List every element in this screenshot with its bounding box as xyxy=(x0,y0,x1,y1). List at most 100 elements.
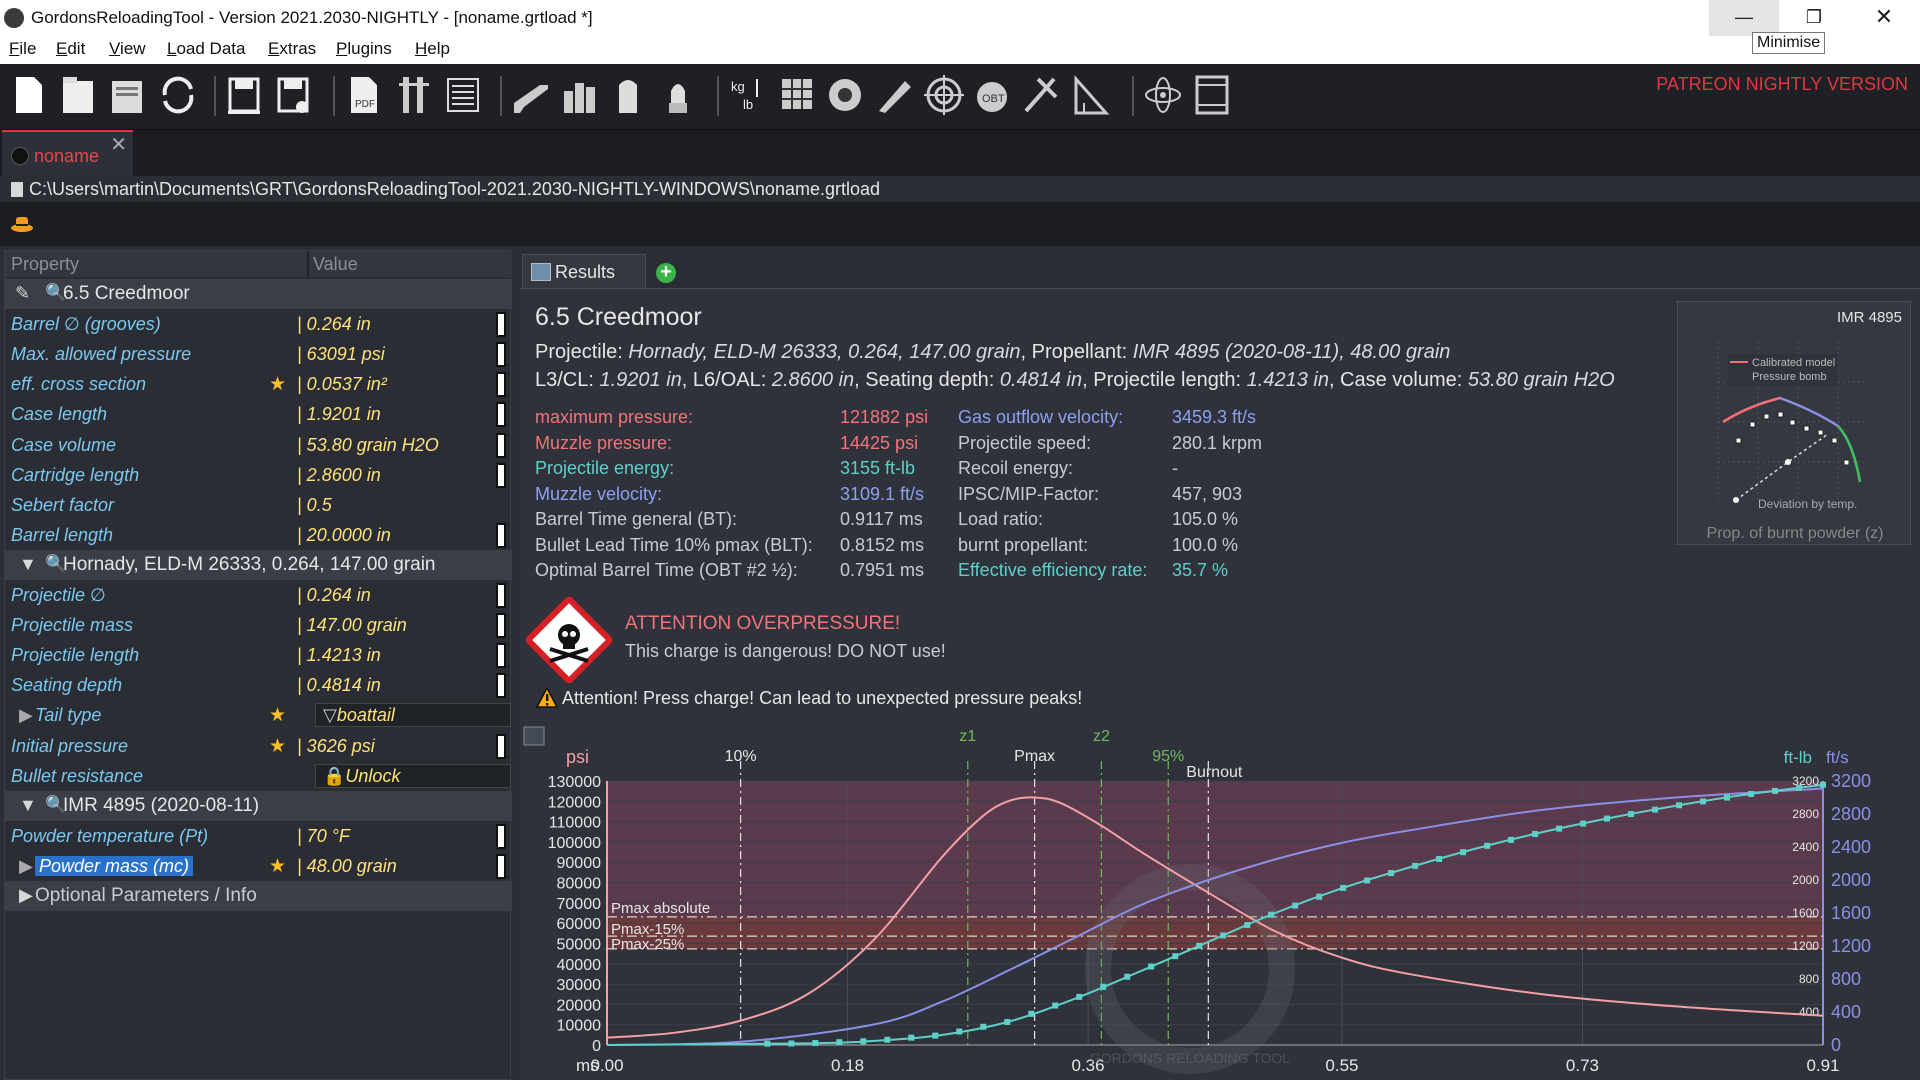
favorite-star-icon[interactable]: ★ xyxy=(269,373,286,396)
expand-icon[interactable]: ▶ xyxy=(19,856,33,877)
slider-handle[interactable] xyxy=(496,583,506,608)
menu-load-data[interactable]: Load Data xyxy=(167,39,245,59)
menu-extras[interactable]: Extras xyxy=(268,39,316,59)
powder-group[interactable]: ▼ 🔍 IMR 4895 (2020-08-11) xyxy=(5,790,512,821)
property-value[interactable]: | 0.264 in xyxy=(297,314,371,335)
maximise-button[interactable]: ❐ xyxy=(1779,0,1849,36)
property-value[interactable]: | 3626 psi xyxy=(297,736,375,757)
property-row[interactable]: Barrel length | 20.0000 in xyxy=(5,520,512,550)
bullet-icon[interactable] xyxy=(657,73,699,117)
menu-help[interactable]: Help xyxy=(415,39,450,59)
optional-parameters-group[interactable]: ▶ Optional Parameters / Info xyxy=(5,881,512,911)
property-value[interactable]: | 0.0537 in² xyxy=(297,374,387,395)
property-value[interactable]: | 0.4814 in xyxy=(297,675,381,696)
property-value[interactable]: | 147.00 grain xyxy=(297,615,407,636)
pdf-export-icon[interactable]: PDF xyxy=(343,73,385,117)
property-row[interactable]: Projectile mass | 147.00 grain xyxy=(5,610,512,640)
atom-icon[interactable] xyxy=(1142,73,1184,117)
menu-file[interactable]: File xyxy=(9,39,36,59)
property-value[interactable]: | 20.0000 in xyxy=(297,525,391,546)
unit-conversion-icon[interactable]: kg lb xyxy=(727,73,769,117)
grid-icon[interactable] xyxy=(776,73,818,117)
save-as-icon[interactable] xyxy=(272,73,314,117)
tab-close-icon[interactable]: ✕ xyxy=(110,132,127,157)
slider-handle[interactable] xyxy=(496,372,506,398)
slider-handle[interactable] xyxy=(496,673,506,699)
property-row[interactable]: Barrel ∅ (grooves) | 0.264 in xyxy=(5,309,512,339)
favorite-star-icon[interactable]: ★ xyxy=(269,704,286,727)
property-row[interactable]: Cartridge length | 2.8600 in xyxy=(5,460,512,490)
rifle-icon[interactable] xyxy=(510,73,552,117)
reloader-hat-icon[interactable] xyxy=(10,212,34,236)
obt-icon[interactable]: OBT xyxy=(971,73,1013,117)
projectile-group[interactable]: ▼ 🔍 Hornady, ELD-M 26333, 0.264, 147.00 gr… xyxy=(5,549,512,580)
film-icon[interactable] xyxy=(1191,73,1233,117)
property-value[interactable]: | 53.80 grain H2O xyxy=(297,435,439,456)
measure-icon[interactable] xyxy=(873,73,915,117)
col-divider[interactable] xyxy=(307,251,309,277)
pressure-chart[interactable]: 130000 120000 110000 100000 90000 80000 70000 6… xyxy=(520,725,1920,1080)
slider-handle[interactable] xyxy=(496,823,506,849)
property-row[interactable]: Projectile ∅ | 0.264 in xyxy=(5,580,512,610)
tab-results[interactable]: Results xyxy=(522,254,646,288)
property-row[interactable]: Projectile length | 1.4213 in xyxy=(5,640,512,670)
property-row[interactable]: Case volume | 53.80 grain H2O xyxy=(5,430,512,460)
property-value[interactable]: | 63091 psi xyxy=(297,344,385,365)
property-value[interactable]: | 70 °F xyxy=(297,826,350,847)
slider-handle[interactable] xyxy=(496,613,506,639)
slider-handle[interactable] xyxy=(496,853,506,879)
powder-bottles-icon[interactable] xyxy=(558,73,600,117)
document-tab[interactable]: noname ✕ xyxy=(2,130,133,176)
cartridge-group[interactable]: ✎ 🔍 6.5 Creedmoor xyxy=(5,279,512,309)
slider-handle[interactable] xyxy=(496,432,506,458)
property-value[interactable]: ▽boattail xyxy=(323,705,395,726)
slider-handle[interactable] xyxy=(496,402,506,428)
property-row[interactable]: Initial pressure ★ | 3626 psi xyxy=(5,731,512,761)
ruler-triangle-icon[interactable] xyxy=(1070,73,1112,117)
property-value[interactable]: 🔒Unlock xyxy=(323,766,400,787)
new-file-icon[interactable] xyxy=(8,73,50,117)
property-value[interactable]: | 1.9201 in xyxy=(297,404,381,425)
powder-burn-thumbnail[interactable]: IMR 4895 Calibrated model Pressure bomb … xyxy=(1677,301,1911,545)
property-value[interactable]: | 1.4213 in xyxy=(297,645,381,666)
property-row[interactable]: Bullet resistance 🔒Unlock xyxy=(5,761,512,791)
minimise-button[interactable]: — xyxy=(1709,0,1779,36)
property-row[interactable]: ▶ Tail type ★ ▽boattail xyxy=(5,700,512,730)
reload-icon[interactable] xyxy=(157,73,199,117)
barrel-icon[interactable] xyxy=(824,73,866,117)
property-row[interactable]: ▶ Powder mass (mc) ★ | 48.00 grain xyxy=(5,851,512,881)
add-tab-button[interactable]: + xyxy=(656,262,676,283)
property-value[interactable]: | 0.5 xyxy=(297,495,332,516)
target-icon[interactable] xyxy=(923,73,965,117)
property-value[interactable]: | 2.8600 in xyxy=(297,465,381,486)
property-row[interactable]: Seating depth | 0.4814 in xyxy=(5,670,512,700)
menu-edit[interactable]: Edit xyxy=(56,39,85,59)
menu-plugins[interactable]: Plugins xyxy=(336,39,392,59)
property-row[interactable]: eff. cross section ★ | 0.0537 in² xyxy=(5,369,512,399)
save-icon[interactable] xyxy=(223,73,265,117)
property-row[interactable]: Powder temperature (Pt) | 70 °F xyxy=(5,821,512,851)
slider-handle[interactable] xyxy=(496,733,506,759)
slider-handle[interactable] xyxy=(496,462,506,488)
favorite-star-icon[interactable]: ★ xyxy=(269,855,286,878)
property-row[interactable]: Max. allowed pressure | 63091 psi xyxy=(5,339,512,369)
expand-icon[interactable]: ▶ xyxy=(19,885,33,906)
collapse-icon[interactable]: ▼ xyxy=(19,554,37,575)
cartridge-case-icon[interactable] xyxy=(607,73,649,117)
property-value[interactable]: | 0.264 in xyxy=(297,585,371,606)
property-row[interactable]: Case length | 1.9201 in xyxy=(5,399,512,429)
property-row[interactable]: Sebert factor | 0.5 xyxy=(5,490,512,520)
slider-handle[interactable] xyxy=(496,643,506,669)
slider-handle[interactable] xyxy=(496,522,506,548)
property-value[interactable]: | 48.00 grain xyxy=(297,856,397,877)
report-icon[interactable] xyxy=(442,73,484,117)
favorite-star-icon[interactable]: ★ xyxy=(269,735,286,758)
menu-view[interactable]: View xyxy=(109,39,146,59)
close-button[interactable]: ✕ xyxy=(1849,0,1919,36)
cartridge-measure-icon[interactable] xyxy=(393,73,435,117)
collapse-icon[interactable]: ▼ xyxy=(19,795,37,816)
slider-handle[interactable] xyxy=(496,312,506,338)
open-file-icon[interactable] xyxy=(57,73,99,117)
slider-handle[interactable] xyxy=(496,342,506,368)
tools-icon[interactable] xyxy=(1020,73,1062,117)
